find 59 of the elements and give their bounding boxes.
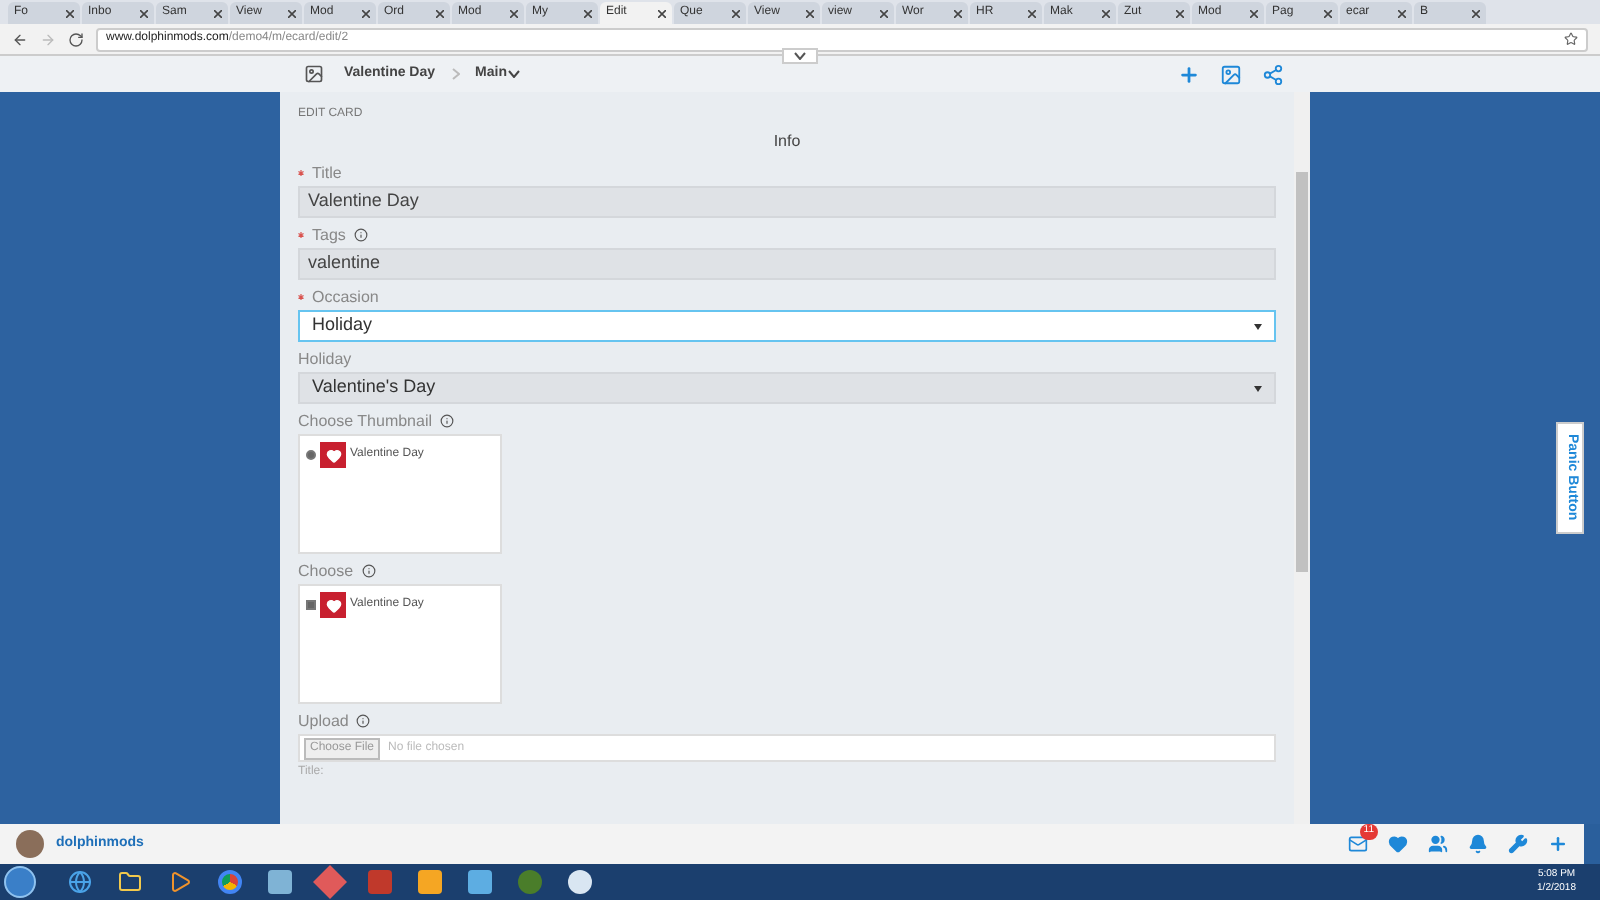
close-icon[interactable] <box>1250 9 1258 17</box>
select-field[interactable]: Valentine's Day <box>298 372 1276 404</box>
image-icon <box>304 64 324 84</box>
text-field[interactable]: Valentine Day <box>298 186 1276 218</box>
field-label: Upload <box>298 709 349 733</box>
close-icon[interactable] <box>1176 9 1184 17</box>
radio-button[interactable] <box>306 450 316 460</box>
bell-icon[interactable] <box>1468 834 1488 854</box>
select-field[interactable]: Holiday <box>298 310 1276 342</box>
dropdown-arrow-icon <box>1254 385 1262 391</box>
close-icon[interactable] <box>1398 9 1406 17</box>
close-icon[interactable] <box>510 9 518 17</box>
field-label: Holiday <box>298 347 352 371</box>
close-icon[interactable] <box>1102 9 1110 17</box>
close-icon[interactable] <box>584 9 592 17</box>
add-icon[interactable] <box>1548 834 1568 854</box>
app-icon[interactable] <box>568 870 592 894</box>
breadcrumb-chevron-icon <box>451 68 460 80</box>
close-icon[interactable] <box>214 9 222 17</box>
close-icon[interactable] <box>954 9 962 17</box>
bookmark-star-icon[interactable] <box>1564 32 1578 46</box>
wrench-icon[interactable] <box>1508 834 1528 854</box>
close-icon[interactable] <box>1028 9 1036 17</box>
mail-icon[interactable] <box>1348 834 1368 854</box>
add-icon[interactable] <box>1178 63 1200 85</box>
close-icon[interactable] <box>880 9 888 17</box>
users-icon[interactable] <box>1428 834 1448 854</box>
close-icon[interactable] <box>658 9 666 17</box>
close-icon[interactable] <box>288 9 296 17</box>
scrollbar-thumb[interactable] <box>1296 172 1308 572</box>
avatar[interactable] <box>16 830 44 858</box>
reload-icon[interactable] <box>68 31 84 47</box>
close-icon[interactable] <box>66 9 74 17</box>
close-icon[interactable] <box>1324 9 1332 17</box>
caret-icon <box>794 52 806 60</box>
card-thumbnail <box>320 442 346 468</box>
heart-icon[interactable] <box>1388 834 1408 854</box>
field-label: Choose <box>298 559 354 583</box>
collapse-tab[interactable] <box>782 48 818 64</box>
back-icon[interactable] <box>12 31 28 47</box>
field-label: Occasion <box>312 285 379 309</box>
card-thumbnail <box>320 592 346 618</box>
close-icon[interactable] <box>362 9 370 17</box>
field-label: Tags <box>312 223 346 247</box>
close-icon[interactable] <box>732 9 740 17</box>
share-icon[interactable] <box>1262 63 1284 85</box>
caret-icon <box>508 70 521 78</box>
close-icon[interactable] <box>140 9 148 17</box>
image-icon[interactable] <box>1220 63 1242 85</box>
text-field[interactable]: valentine <box>298 248 1276 280</box>
field-label: Title <box>312 161 342 185</box>
close-icon[interactable] <box>436 9 444 17</box>
field-label: Choose Thumbnail <box>298 409 433 433</box>
close-icon[interactable] <box>806 9 814 17</box>
checkbox[interactable] <box>306 600 316 610</box>
start-button[interactable] <box>4 866 36 898</box>
section-title: Info <box>773 130 801 154</box>
dropdown-arrow-icon <box>1254 323 1262 329</box>
close-icon[interactable] <box>1472 9 1480 17</box>
